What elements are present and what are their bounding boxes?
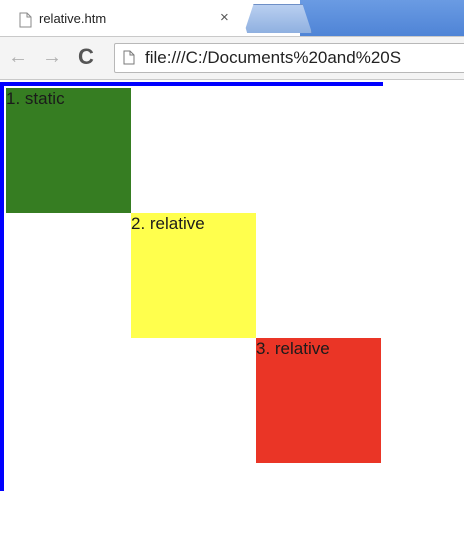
new-tab-button[interactable] bbox=[244, 4, 312, 33]
relative-box-1: 2. relative bbox=[131, 213, 256, 338]
static-box: 1. static bbox=[6, 88, 131, 213]
relative-box-2: 3. relative bbox=[256, 338, 381, 463]
address-url[interactable]: file:///C:/Documents%20and%20S bbox=[145, 48, 401, 68]
page-content: 1. static 2. relative 3. relative bbox=[0, 80, 464, 549]
static-box-label: 1. static bbox=[6, 89, 65, 108]
toolbar: ← → C file:///C:/Documents%20and%20S bbox=[0, 36, 464, 80]
browser-chrome: relative.htm × ← → C file:///C:/Document… bbox=[0, 0, 464, 80]
back-arrow-icon[interactable]: ← bbox=[8, 47, 28, 67]
relative-box-2-label: 3. relative bbox=[256, 339, 330, 358]
close-icon[interactable]: × bbox=[220, 8, 229, 28]
container-border-top bbox=[0, 82, 383, 86]
page-icon bbox=[123, 50, 135, 65]
container-border-left bbox=[0, 82, 4, 491]
tab-strip: relative.htm × bbox=[0, 0, 464, 36]
reload-icon[interactable]: C bbox=[78, 45, 94, 69]
tab-active[interactable]: relative.htm × bbox=[0, 2, 248, 36]
address-bar[interactable]: file:///C:/Documents%20and%20S bbox=[114, 43, 464, 73]
forward-arrow-icon[interactable]: → bbox=[42, 47, 62, 67]
relative-box-1-label: 2. relative bbox=[131, 214, 205, 233]
tab-strip-background bbox=[300, 0, 464, 36]
page-icon bbox=[19, 12, 32, 28]
tab-title: relative.htm bbox=[39, 11, 107, 26]
